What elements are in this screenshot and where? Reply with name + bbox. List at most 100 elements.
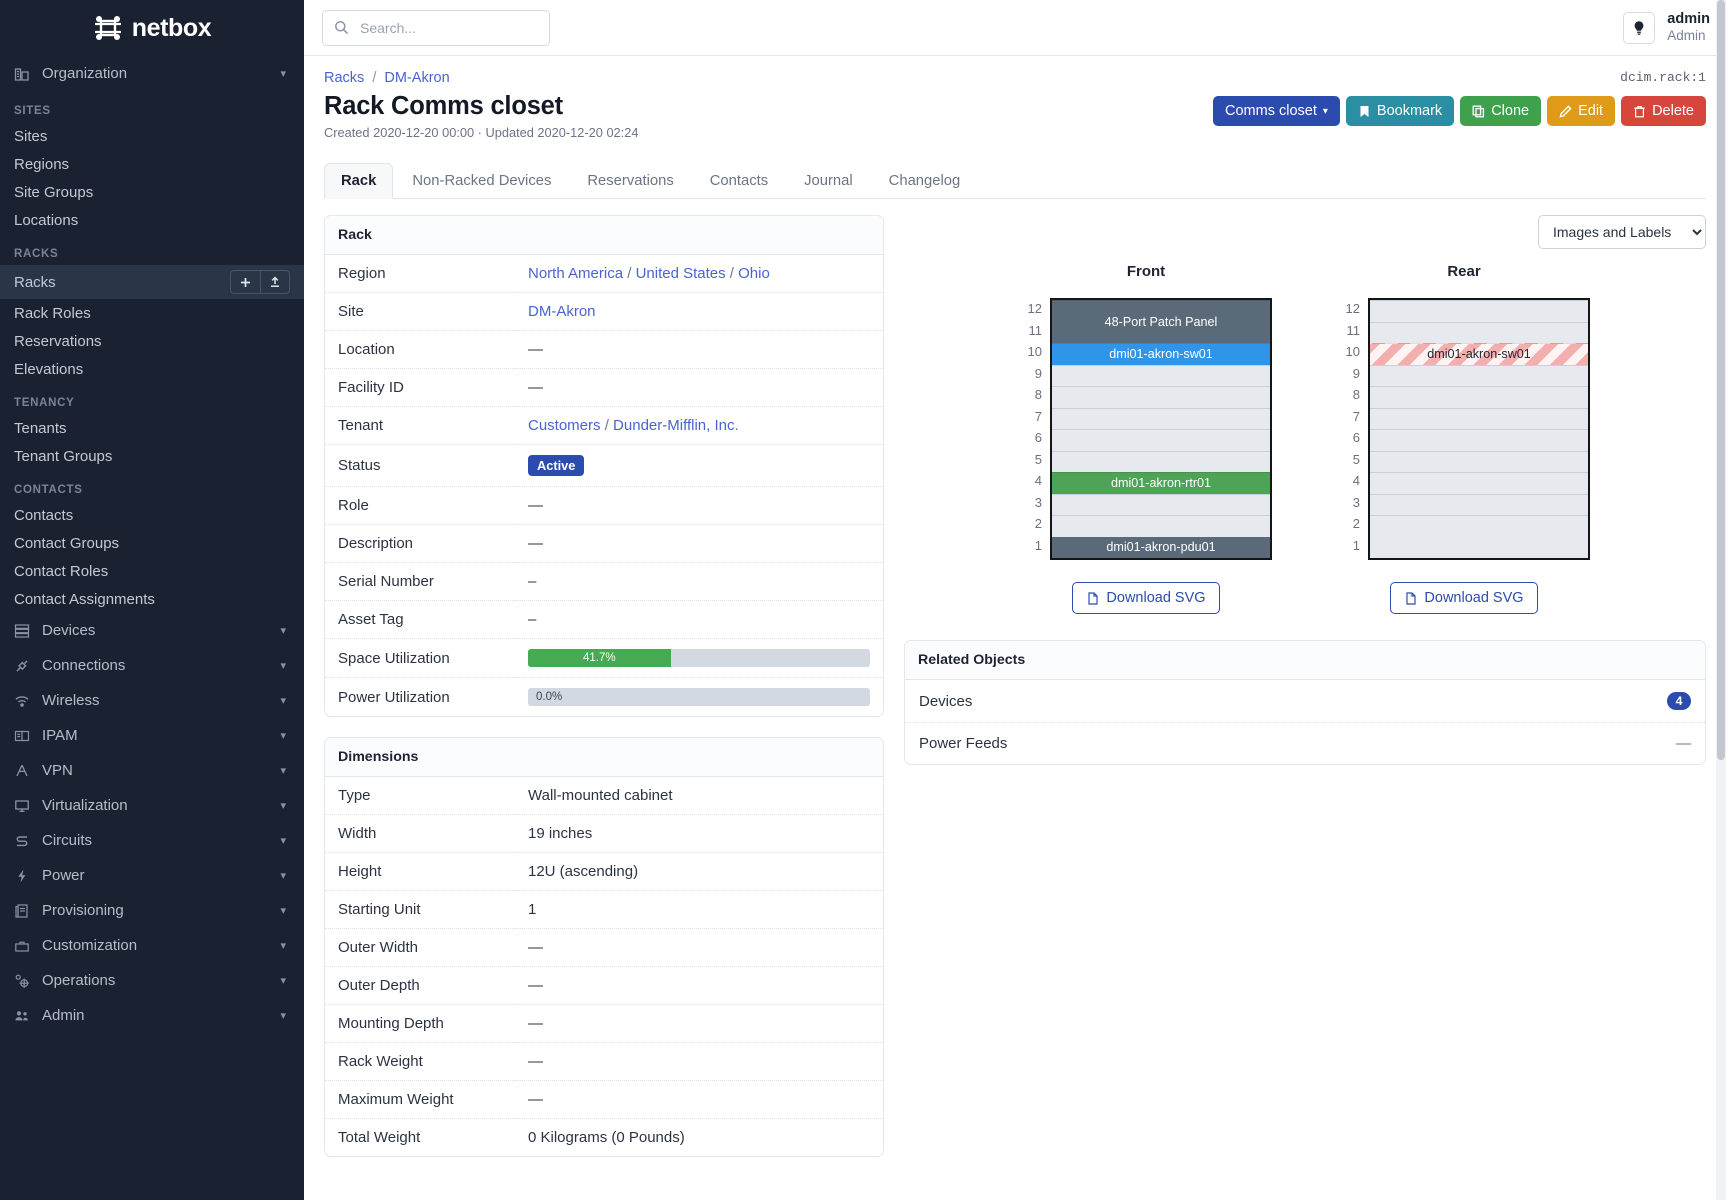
sidebar-item-site-groups[interactable]: Site Groups [0,178,304,206]
table-row: Starting Unit 1 [325,891,883,929]
rack-unit-empty[interactable] [1052,386,1270,408]
tab-reservations[interactable]: Reservations [570,163,690,199]
rack-unit-empty[interactable] [1370,365,1588,387]
sidebar-item-tenant-groups[interactable]: Tenant Groups [0,442,304,470]
row-value: 41.7% [515,639,883,678]
rack-attributes-table: Region North America / United States / O… [325,255,883,716]
rack-device[interactable]: dmi01-akron-sw01 [1370,343,1588,365]
sidebar-item-elevations[interactable]: Elevations [0,355,304,383]
sidebar-group-provisioning[interactable]: Provisioning ▾ [0,893,304,928]
rack-unit-empty[interactable] [1370,386,1588,408]
power-icon [14,868,40,884]
theme-toggle-button[interactable] [1623,12,1655,44]
rack-unit-empty[interactable] [1370,494,1588,516]
tenant-link[interactable]: Dunder-Mifflin, Inc. [613,417,739,434]
rack-unit-empty[interactable] [1370,429,1588,451]
table-row: Role — [325,487,883,525]
tenant-group-link[interactable]: Customers [528,417,601,434]
rack-unit-empty[interactable] [1370,472,1588,494]
rack-unit-empty[interactable] [1052,429,1270,451]
site-link[interactable]: DM-Akron [528,303,596,320]
elevation-view-select[interactable]: Images and Labels [1538,215,1706,249]
region-link-continent[interactable]: North America [528,265,623,282]
sidebar-group-virtualization[interactable]: Virtualization ▾ [0,788,304,823]
front-body: 123456789101112 dmi01-akron-pdu01 dmi01-a… [1020,298,1272,560]
related-row-devices[interactable]: Devices 4 [905,680,1705,722]
rack-unit-empty[interactable] [1052,515,1270,537]
rack-unit-empty[interactable] [1052,451,1270,473]
sidebar-group-customization[interactable]: Customization ▾ [0,928,304,963]
sidebar-item-contact-roles[interactable]: Contact Roles [0,557,304,585]
rack-unit-empty[interactable] [1370,322,1588,344]
import-racks-button[interactable] [260,270,290,294]
bookmark-button[interactable]: Bookmark [1346,96,1454,126]
sidebar-item-contact-groups[interactable]: Contact Groups [0,529,304,557]
sidebar-group-devices[interactable]: Devices ▾ [0,613,304,648]
sidebar-item-locations[interactable]: Locations [0,206,304,234]
sidebar-item-rack-roles[interactable]: Rack Roles [0,299,304,327]
tab-changelog[interactable]: Changelog [872,163,978,199]
brand-logo[interactable]: netbox [0,0,304,56]
tab-journal[interactable]: Journal [787,163,870,199]
sidebar-group-ipam[interactable]: IPAM ▾ [0,718,304,753]
download-svg-front-button[interactable]: Download SVG [1072,582,1219,614]
sidebar-group-organization[interactable]: Organization ▾ [0,56,304,91]
sidebar-item-racks[interactable]: Racks [0,265,304,299]
sidebar-item-sites[interactable]: Sites [0,122,304,150]
rack-device[interactable]: 48-Port Patch Panel [1052,300,1270,343]
tab-rack[interactable]: Rack [324,163,393,199]
sidebar-item-contacts[interactable]: Contacts [0,501,304,529]
tab-contacts[interactable]: Contacts [693,163,785,199]
chevron-down-icon: ▾ [1323,106,1328,117]
rack-device[interactable]: dmi01-akron-sw01 [1052,343,1270,365]
rack-unit-empty[interactable] [1370,537,1588,559]
search-box[interactable] [322,10,550,46]
row-value: 19 inches [515,815,883,853]
breadcrumb-item-racks[interactable]: Racks [324,70,364,86]
sidebar-group-connections[interactable]: Connections ▾ [0,648,304,683]
search-icon [334,20,349,35]
sidebar-group-admin[interactable]: Admin ▾ [0,998,304,1033]
front-unit-numbers: 123456789101112 [1020,298,1042,556]
sidebar-group-wireless[interactable]: Wireless ▾ [0,683,304,718]
search-input[interactable] [358,19,538,37]
rack-unit-empty[interactable] [1370,451,1588,473]
rack-unit-empty[interactable] [1370,408,1588,430]
scrollbar-thumb[interactable] [1717,0,1725,760]
edit-button[interactable]: Edit [1547,96,1615,126]
rack-unit-empty[interactable] [1052,408,1270,430]
sidebar-item-contact-assignments[interactable]: Contact Assignments [0,585,304,613]
rack-device[interactable]: dmi01-akron-pdu01 [1052,537,1270,559]
related-row-power-feeds[interactable]: Power Feeds — [905,722,1705,764]
rack-name-dropdown-button[interactable]: Comms closet ▾ [1213,96,1340,126]
tab-non-racked-devices[interactable]: Non-Racked Devices [395,163,568,199]
object-id: dcim.rack:1 [1620,70,1706,85]
chevron-down-icon: ▾ [280,729,286,742]
clone-button[interactable]: Clone [1460,96,1541,126]
region-link-country[interactable]: United States [636,265,726,282]
row-key: Type [325,777,515,815]
region-link-state[interactable]: Ohio [738,265,770,282]
rack-unit-empty[interactable] [1370,515,1588,537]
sidebar-group-label: Customization [42,937,280,954]
rack-device[interactable]: dmi01-akron-rtr01 [1052,472,1270,494]
user-menu[interactable]: admin Admin [1667,11,1710,43]
rack-unit-empty[interactable] [1052,494,1270,516]
breadcrumb-item-site[interactable]: DM-Akron [384,70,449,86]
add-rack-button[interactable] [230,270,260,294]
download-svg-front-label: Download SVG [1106,590,1205,606]
delete-button[interactable]: Delete [1621,96,1706,126]
rack-unit-empty[interactable] [1052,365,1270,387]
content: Rack Region North America / United State… [304,199,1726,1177]
sidebar-group-power[interactable]: Power ▾ [0,858,304,893]
sidebar-group-operations[interactable]: Operations ▾ [0,963,304,998]
page-scrollbar[interactable] [1716,0,1726,1200]
row-key: Role [325,487,515,525]
sidebar-item-regions[interactable]: Regions [0,150,304,178]
sidebar-group-vpn[interactable]: VPN ▾ [0,753,304,788]
sidebar-item-reservations[interactable]: Reservations [0,327,304,355]
sidebar-group-circuits[interactable]: Circuits ▾ [0,823,304,858]
rack-unit-empty[interactable] [1370,300,1588,322]
sidebar-item-tenants[interactable]: Tenants [0,414,304,442]
download-svg-rear-button[interactable]: Download SVG [1390,582,1537,614]
